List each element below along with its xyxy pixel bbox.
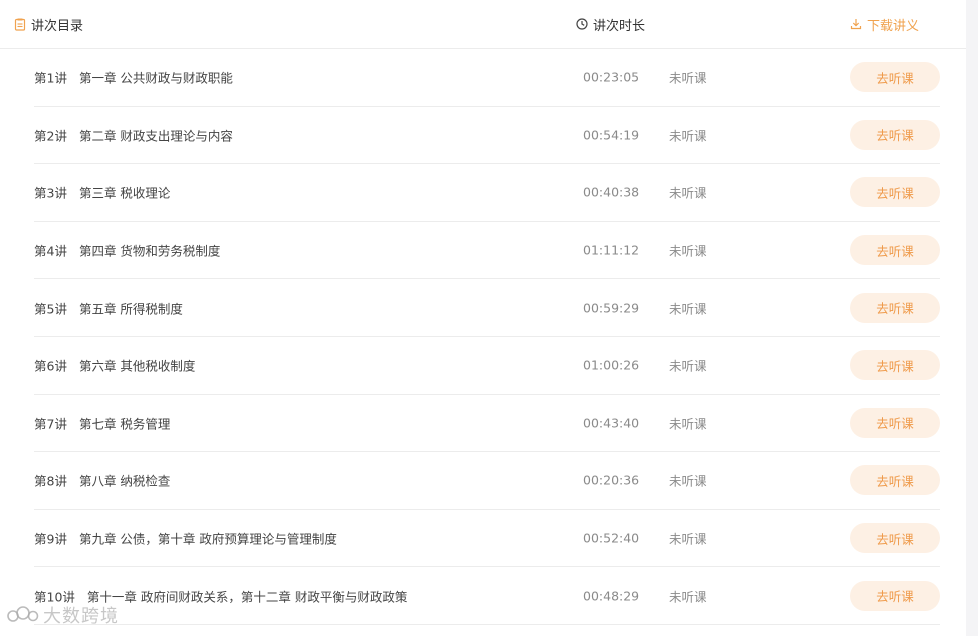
lecture-duration: 00:52:40 xyxy=(583,530,640,546)
lecture-number: 第8讲 第八章 纳税检查 xyxy=(34,473,171,489)
go-listen-button[interactable]: 去听课 xyxy=(850,523,940,554)
scrollbar-track[interactable] xyxy=(966,0,978,636)
download-handout-button[interactable]: 下载讲义 xyxy=(850,0,919,48)
lecture-row: 第4讲 第四章 货物和劳务税制度 01:11:12 未听课 去听课 xyxy=(34,222,940,280)
lecture-duration: 00:54:19 xyxy=(583,127,640,143)
clock-icon xyxy=(576,18,588,30)
lecture-row: 第8讲 第八章 纳税检查 00:20:36 未听课 去听课 xyxy=(34,452,940,510)
lecture-number: 第1讲 第一章 公共财政与财政职能 xyxy=(34,70,233,86)
duration-heading-label: 讲次时长 xyxy=(593,18,646,34)
lecture-number: 第4讲 第四章 货物和劳务税制度 xyxy=(34,243,221,259)
lecture-row: 第2讲 第二章 财政支出理论与内容 00:54:19 未听课 去听课 xyxy=(34,107,940,165)
lecture-status: 未听课 xyxy=(669,589,707,605)
lecture-row: 第10讲 第十一章 政府间财政关系，第十二章 财政平衡与财政政策 00:48:29… xyxy=(34,567,940,625)
lecture-title: 第六章 其他税收制度 xyxy=(78,358,196,374)
lecture-duration: 00:43:40 xyxy=(583,415,640,431)
watermark: 大数跨境 xyxy=(6,602,119,628)
go-listen-button[interactable]: 去听课 xyxy=(850,119,940,150)
lecture-row: 第3讲 第三章 税收理论 00:40:38 未听课 去听课 xyxy=(34,164,940,222)
lecture-title: 第五章 所得税制度 xyxy=(78,301,183,317)
lecture-title: 第十一章 政府间财政关系，第十二章 财政平衡与财政政策 xyxy=(86,589,408,605)
go-listen-button[interactable]: 去听课 xyxy=(850,292,940,323)
document-list-icon xyxy=(14,18,26,31)
catalog-header: 讲次目录 讲次时长 下载讲义 xyxy=(0,0,966,49)
lecture-number: 第5讲 第五章 所得税制度 xyxy=(34,301,183,317)
go-listen-button[interactable]: 去听课 xyxy=(850,235,940,266)
lecture-status: 未听课 xyxy=(669,128,707,144)
lecture-title: 第四章 货物和劳务税制度 xyxy=(78,243,221,259)
go-listen-button[interactable]: 去听课 xyxy=(850,407,940,438)
lecture-duration: 00:59:29 xyxy=(583,300,640,316)
go-listen-button[interactable]: 去听课 xyxy=(850,350,940,381)
lecture-status: 未听课 xyxy=(669,185,707,201)
lecture-row: 第7讲 第七章 税务管理 00:43:40 未听课 去听课 xyxy=(34,395,940,453)
lecture-number: 第6讲 第六章 其他税收制度 xyxy=(34,358,196,374)
lecture-status: 未听课 xyxy=(669,416,707,432)
lecture-title: 第三章 税收理论 xyxy=(78,185,171,201)
catalog-heading-label: 讲次目录 xyxy=(31,18,84,34)
course-catalog-page: 讲次目录 讲次时长 下载讲义 第1讲 第一章 公共财政与财政职能 00:23:05… xyxy=(0,0,978,636)
lecture-row: 第1讲 第一章 公共财政与财政职能 00:23:05 未听课 去听课 xyxy=(34,49,940,107)
download-icon xyxy=(850,19,862,30)
go-listen-button[interactable]: 去听课 xyxy=(850,465,940,496)
lecture-status: 未听课 xyxy=(669,301,707,317)
lecture-number: 第3讲 第三章 税收理论 xyxy=(34,185,171,201)
lecture-row: 第9讲 第九章 公债，第十章 政府预算理论与管理制度 00:52:40 未听课 去… xyxy=(34,510,940,568)
lecture-row: 第6讲 第六章 其他税收制度 01:00:26 未听课 去听课 xyxy=(34,337,940,395)
lecture-duration: 01:00:26 xyxy=(583,357,640,373)
lecture-title: 第一章 公共财政与财政职能 xyxy=(78,70,233,86)
lecture-title: 第八章 纳税检查 xyxy=(78,473,171,489)
download-handout-label: 下载讲义 xyxy=(867,18,920,34)
lecture-duration: 00:23:05 xyxy=(583,69,640,85)
lecture-status: 未听课 xyxy=(669,243,707,259)
catalog-heading: 讲次目录 xyxy=(14,0,83,48)
lecture-row: 第5讲 第五章 所得税制度 00:59:29 未听课 去听课 xyxy=(34,279,940,337)
lecture-status: 未听课 xyxy=(669,473,707,489)
lecture-duration: 01:11:12 xyxy=(583,242,640,258)
lecture-title: 第九章 公债，第十章 政府预算理论与管理制度 xyxy=(78,531,337,547)
duration-heading: 讲次时长 xyxy=(576,0,645,48)
lecture-duration: 00:48:29 xyxy=(583,588,640,604)
lecture-status: 未听课 xyxy=(669,358,707,374)
watermark-logo-icon xyxy=(7,606,39,622)
go-listen-button[interactable]: 去听课 xyxy=(850,177,940,208)
lecture-status: 未听课 xyxy=(669,70,707,86)
lecture-status: 未听课 xyxy=(669,531,707,547)
lecture-number: 第2讲 第二章 财政支出理论与内容 xyxy=(34,128,233,144)
watermark-text: 大数跨境 xyxy=(43,606,119,627)
lecture-duration: 00:40:38 xyxy=(583,184,640,200)
lecture-duration: 00:20:36 xyxy=(583,472,640,488)
lecture-title: 第七章 税务管理 xyxy=(78,416,171,432)
go-listen-button[interactable]: 去听课 xyxy=(850,580,940,611)
lecture-number: 第7讲 第七章 税务管理 xyxy=(34,416,171,432)
lecture-number: 第9讲 第九章 公债，第十章 政府预算理论与管理制度 xyxy=(34,531,337,547)
lecture-title: 第二章 财政支出理论与内容 xyxy=(78,128,233,144)
lecture-list: 第1讲 第一章 公共财政与财政职能 00:23:05 未听课 去听课 第2讲 第二章… xyxy=(34,49,940,625)
go-listen-button[interactable]: 去听课 xyxy=(850,62,940,93)
